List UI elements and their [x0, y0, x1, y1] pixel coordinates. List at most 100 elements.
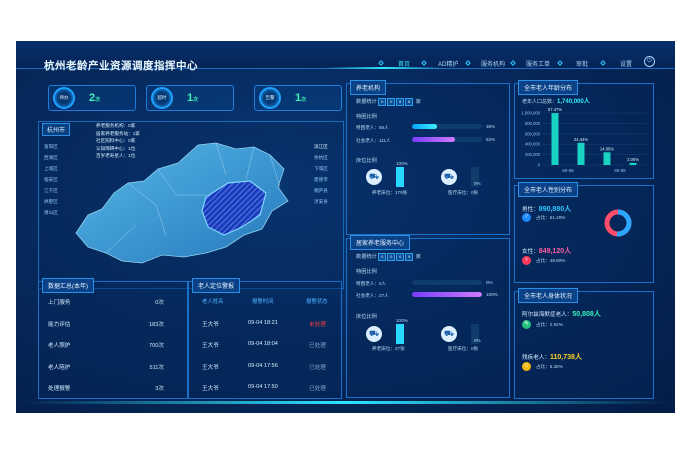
logout-icon[interactable]: ⏻ [644, 56, 655, 67]
age-bar-chart: 1,000,000 800,000 600,000 400,000 200,000 0 57… [521, 107, 646, 173]
health-panel [514, 291, 654, 399]
home-row-label: 特困老人：0人 [356, 281, 387, 286]
age-bar-label: 57.47% [548, 107, 562, 112]
institution-row-pct: 62% [486, 137, 496, 142]
institution-title: 养老机构 [350, 80, 387, 95]
alarm-title: 老人定位警报 [192, 278, 241, 293]
age-bar-label: 14.05% [600, 146, 614, 151]
age-ytick: 600,000 [525, 131, 541, 136]
hangzhou-map[interactable] [66, 135, 306, 275]
alzheimer-icon: ✎ [522, 320, 531, 329]
alarm-status[interactable]: 已处理 [309, 341, 326, 349]
alzheimer-count: 阿尔兹海默症老人：50,808人 [522, 311, 601, 318]
institution-bar [412, 124, 482, 129]
stat-value: 2次 [89, 92, 101, 104]
disabled-count: 残疾老人：110,738人 [522, 354, 582, 361]
alarm-time: 09-04 17:50 [248, 384, 278, 390]
age-ytick: 200,000 [525, 152, 541, 157]
age-bar-label: 24.44% [574, 137, 588, 142]
alarm-name: 王大爷 [202, 343, 219, 349]
summary-row: 能力评估 183次 [48, 322, 164, 328]
bed-icon: ⛟ [366, 326, 382, 342]
institution-special-title: 特困比例 [356, 114, 377, 120]
bed-pct: 100% [396, 161, 408, 166]
home-center-stat: 数据统计 0009 家 [356, 253, 421, 261]
age-xtick: 80-89 [614, 168, 626, 173]
age-bar [577, 142, 585, 165]
home-row-label: 社会老人：27人 [356, 293, 389, 298]
nav-ad-care[interactable]: AD精护 [438, 59, 458, 68]
home-row-pct: 0% [486, 280, 493, 285]
disabled-icon: ☺ [522, 362, 531, 371]
home-bar [412, 292, 482, 297]
nav-settings[interactable]: 设置 [620, 59, 632, 68]
female-count: 女性：849,120人 [522, 248, 572, 255]
health-title: 全市老人身体状况 [518, 288, 579, 303]
alzheimer-pct: 占比：2.92% [536, 322, 563, 327]
nav-approval[interactable]: 审批 [576, 59, 588, 68]
home-bar [412, 280, 482, 285]
institution-bed-title: 床位比例 [356, 158, 377, 164]
age-title: 全市老人年龄分布 [518, 80, 579, 95]
gender-donut [604, 209, 632, 237]
stat-todo[interactable]: 待办 2次 [48, 85, 136, 111]
dashboard-screen: 杭州老龄产业资源调度指挥中心 首页 AD精护 服务机构 服务工单 审批 设置 ⏻… [16, 41, 675, 413]
alarm-status[interactable]: 未处理 [309, 320, 326, 328]
home-bed-pct: 100% [396, 318, 408, 323]
male-count: 男性：890,880人 [522, 206, 572, 213]
bed-label: 养老床位：179张 [372, 190, 408, 195]
female-pct: 占比：48.80% [536, 258, 566, 263]
medical-bed-label: 医疗床位：0张 [448, 190, 479, 195]
alarm-time: 09-04 18:04 [248, 341, 278, 347]
male-pct: 占比：51.20% [536, 215, 566, 220]
age-ytick: 400,000 [525, 142, 541, 147]
alarm-name: 王大爷 [202, 386, 219, 392]
stat-alarm[interactable]: 告警 1次 [254, 85, 342, 111]
nav-home[interactable]: 首页 [398, 59, 410, 68]
bed-icon: ⛟ [366, 169, 382, 185]
title-glow-line [324, 67, 444, 69]
stat-value: 1次 [187, 92, 199, 104]
alarm-header-time: 报警时间 [252, 299, 274, 305]
home-bed-title: 床位比例 [356, 314, 377, 320]
summary-row: 处理报警 3次 [48, 386, 164, 392]
institution-row-pct: 36% [486, 124, 496, 129]
age-ytick: 0 [538, 163, 541, 168]
alarm-name: 王大爷 [202, 365, 219, 371]
alarm-status[interactable]: 已处理 [309, 363, 326, 371]
stat-value: 1次 [295, 92, 307, 104]
home-bed-level [396, 324, 404, 344]
bottom-glow-line [22, 401, 669, 404]
age-bar [551, 113, 559, 165]
institution-row-label: 社会老人：111人 [356, 138, 391, 143]
alarm-name: 王大爷 [202, 322, 219, 328]
alarm-time: 09-04 18:21 [248, 320, 278, 326]
home-row-pct: 100% [486, 292, 498, 297]
male-icon: ♂ [522, 213, 531, 222]
stat-ring: 超时 [151, 87, 173, 109]
district-list-right: 滨江区 余杭区 下城区 建德市 桐庐县 淳安县 [314, 144, 328, 204]
institution-row-label: 特困老人：68人 [356, 125, 389, 130]
alarm-header-name: 老人姓名 [202, 299, 224, 305]
page-title: 杭州老龄产业资源调度指挥中心 [44, 60, 198, 72]
stat-ring: 待办 [53, 87, 75, 109]
summary-row: 老人照护 700次 [48, 343, 164, 349]
institution-bar [412, 137, 482, 142]
age-ytick: 1,000,000 [521, 111, 540, 116]
alarm-status[interactable]: 已处理 [309, 384, 326, 392]
summary-row: 上门服务 0次 [48, 300, 164, 306]
female-icon: ♀ [522, 256, 531, 265]
age-bar [629, 162, 637, 165]
home-special-title: 特困比例 [356, 269, 377, 275]
alarm-time: 09-04 17:56 [248, 363, 278, 369]
summary-title: 数据汇总(本年) [42, 278, 94, 293]
nav-work-orders[interactable]: 服务工单 [526, 59, 550, 68]
medical-bed-pct: 0% [474, 181, 481, 186]
home-bed-label: 养老床位：27张 [372, 346, 405, 351]
home-center-title: 居家养老服务中心 [350, 235, 411, 250]
stat-overtime[interactable]: 超时 1次 [146, 85, 234, 111]
disabled-pct: 占比：6.36% [536, 364, 563, 369]
bed-level [396, 167, 404, 187]
medical-bed-icon: ⛟ [441, 169, 457, 185]
nav-institutions[interactable]: 服务机构 [481, 59, 505, 68]
